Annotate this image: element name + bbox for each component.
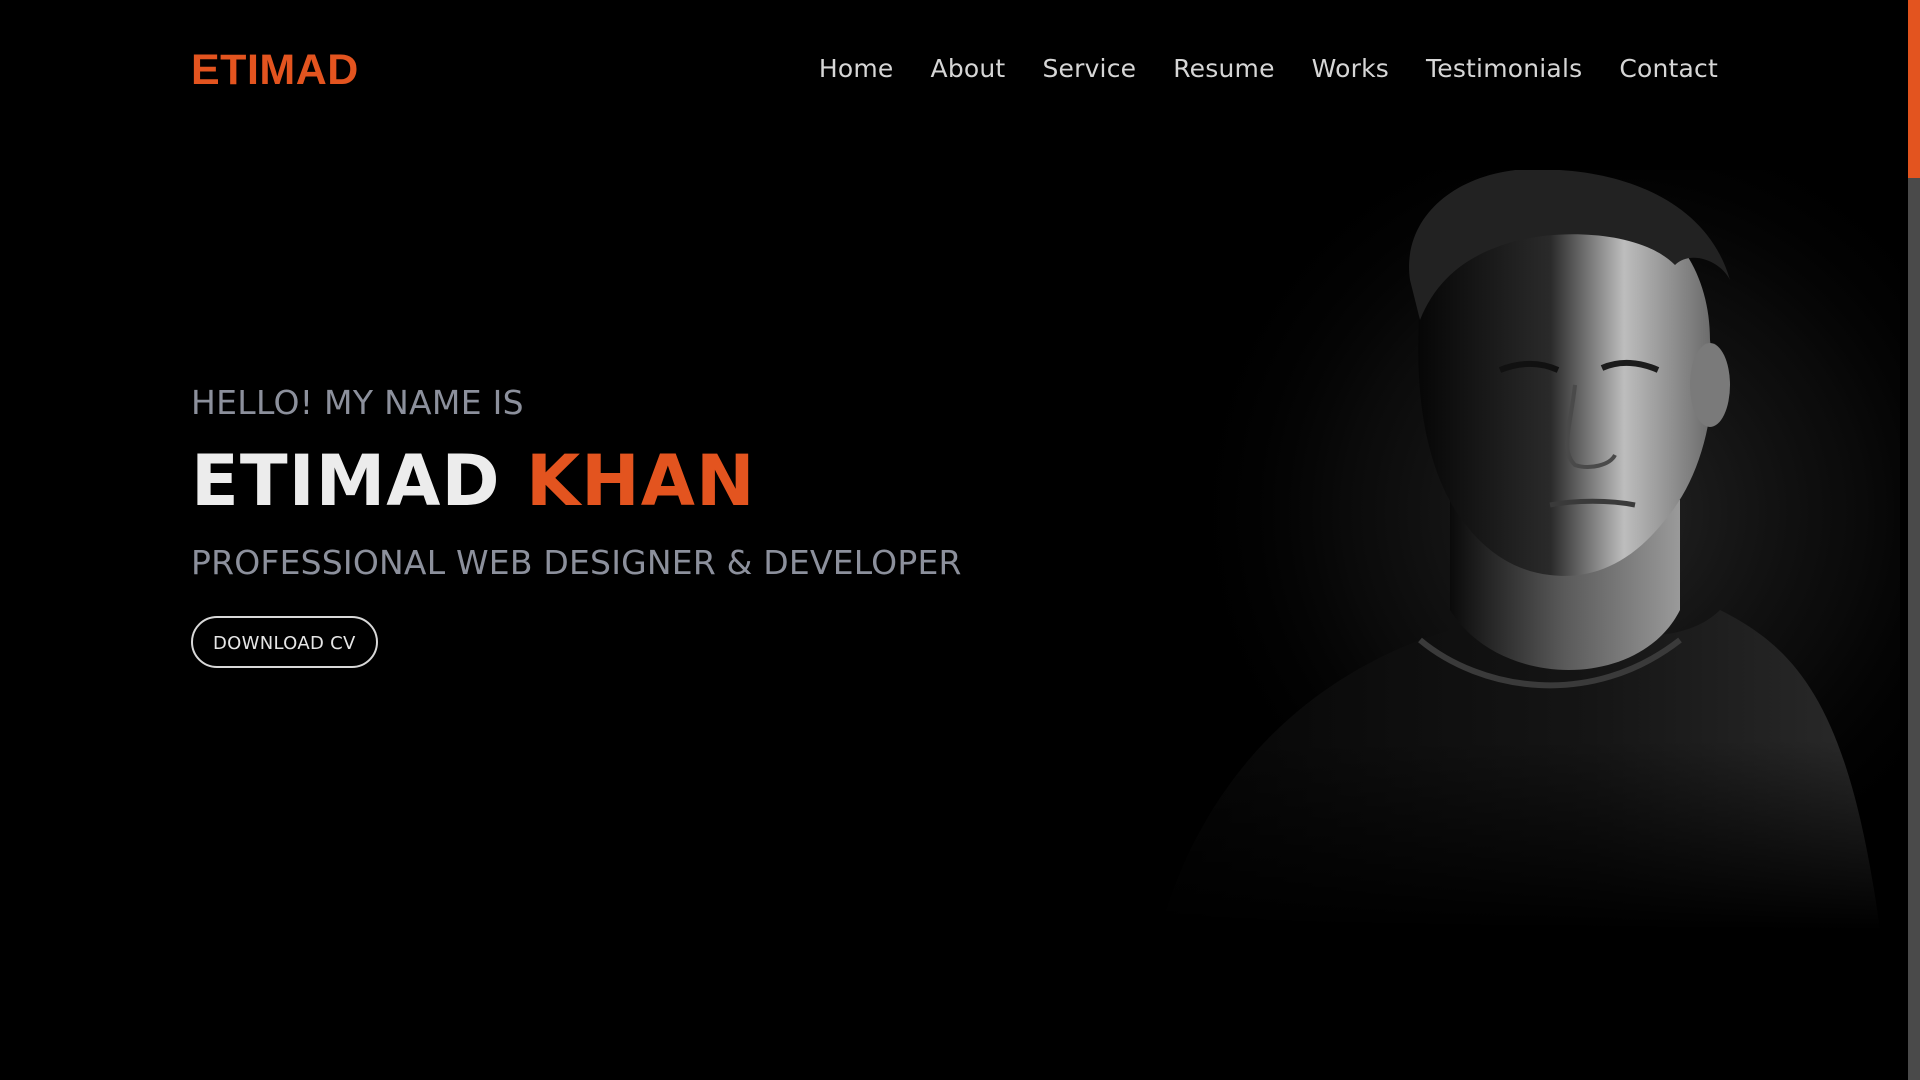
main-nav: Home About Service Resume Works Testimon… (782, 52, 1718, 86)
hero-role: PROFESSIONAL WEB DESIGNER & DEVELOPER (191, 543, 962, 582)
scrollbar-thumb[interactable] (1908, 0, 1920, 178)
download-cv-button[interactable]: DOWNLOAD CV (191, 616, 378, 668)
nav-link-about[interactable]: About (931, 54, 1006, 83)
nav-link-contact[interactable]: Contact (1619, 54, 1718, 83)
nav-item-resume: Resume (1173, 52, 1274, 86)
nav-item-service: Service (1042, 52, 1136, 86)
nav-link-works[interactable]: Works (1312, 54, 1389, 83)
nav-item-about: About (931, 52, 1006, 86)
nav-link-home[interactable]: Home (819, 54, 894, 83)
nav-item-contact: Contact (1619, 52, 1718, 86)
hero-intro: HELLO! MY NAME IS ETIMAD KHAN PROFESSION… (191, 380, 1111, 668)
nav-item-testimonials: Testimonials (1426, 52, 1582, 86)
page-scrollbar[interactable] (1908, 0, 1920, 1080)
nav-item-works: Works (1312, 52, 1389, 86)
hero-name: ETIMAD KHAN (191, 436, 1111, 526)
nav-link-service[interactable]: Service (1042, 54, 1136, 83)
hero-last-name: KHAN (525, 440, 756, 522)
nav-item-home: Home (819, 52, 894, 86)
nav-link-testimonials[interactable]: Testimonials (1426, 54, 1582, 83)
nav-link-resume[interactable]: Resume (1173, 54, 1274, 83)
person-portrait-icon (1120, 170, 1900, 930)
hero-first-name: ETIMAD (191, 440, 501, 522)
brand-logo[interactable]: ETIMAD (191, 44, 359, 96)
hero-greeting: HELLO! MY NAME IS (191, 383, 524, 422)
